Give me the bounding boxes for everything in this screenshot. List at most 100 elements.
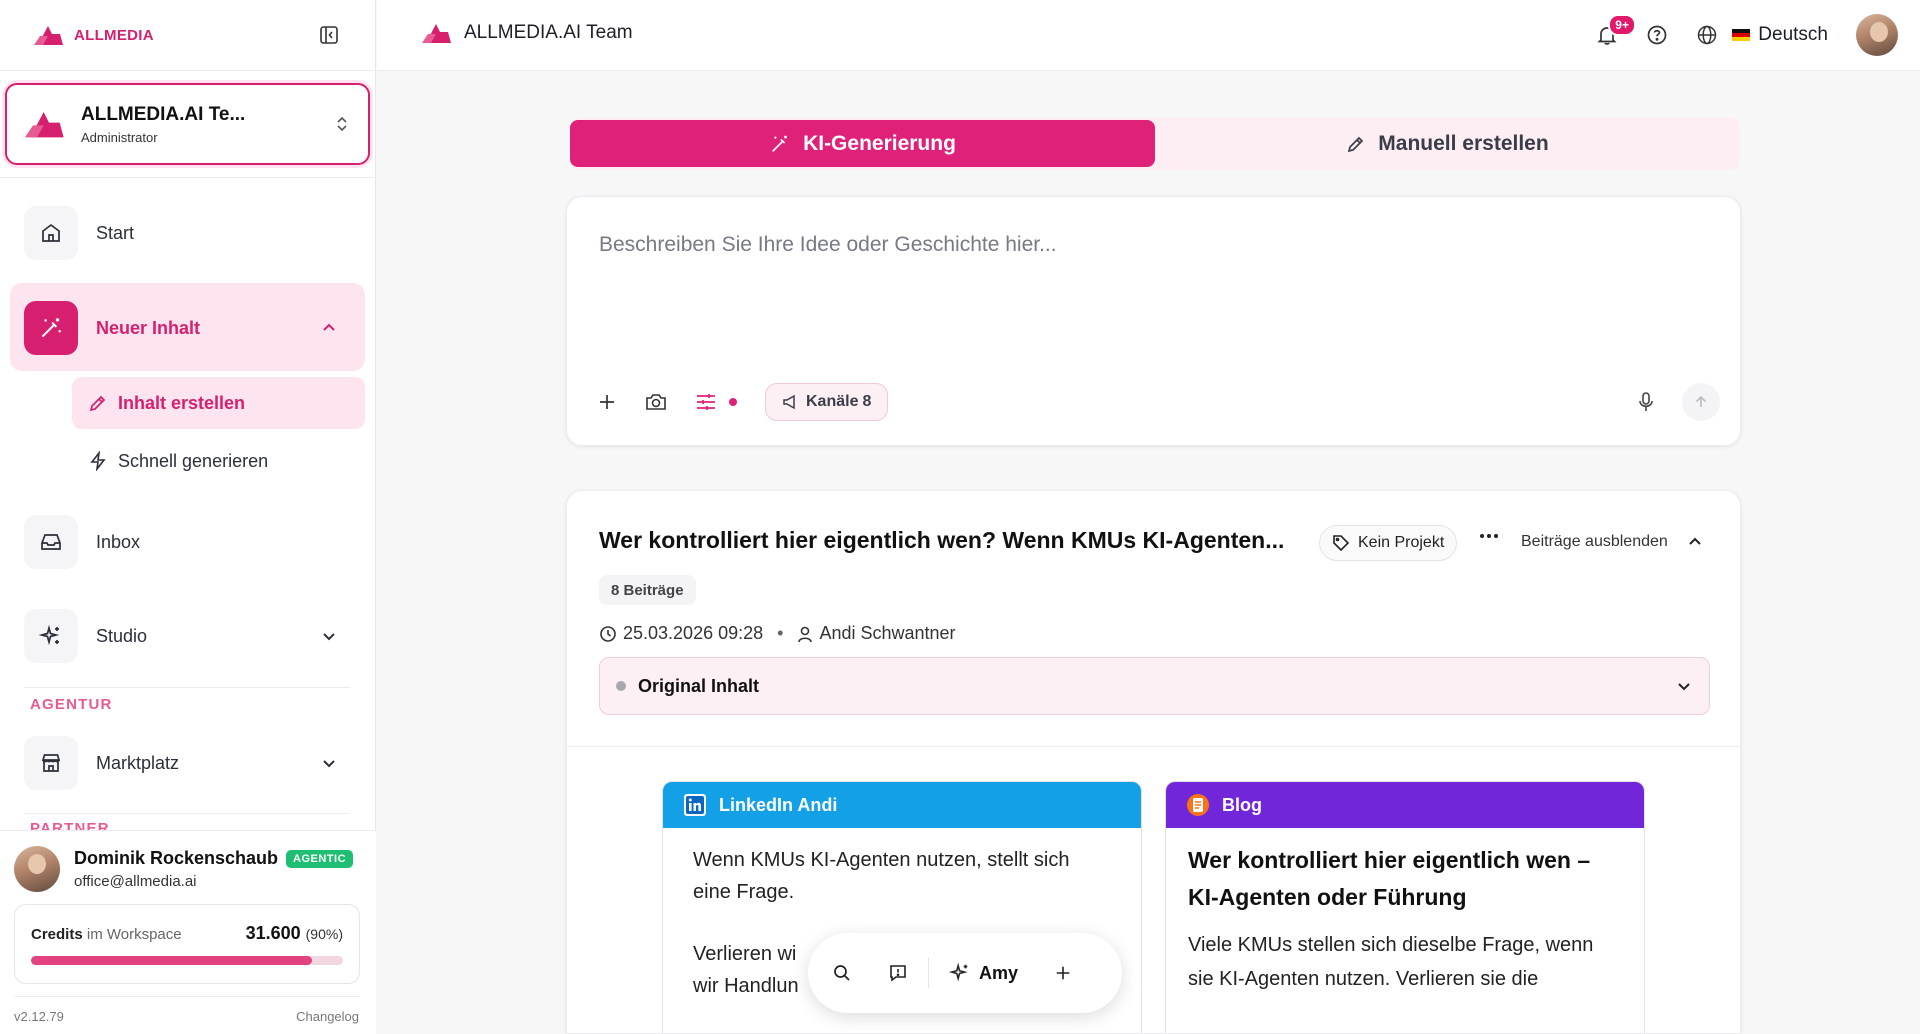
user-profile[interactable]: Dominik Rockenschaub AGENTIC office@allm… [14, 846, 354, 892]
notification-count-badge: 9+ [1608, 14, 1636, 36]
user-email: office@allmedia.ai [74, 873, 197, 890]
linkedin-icon [684, 794, 706, 816]
hide-posts-label: Beiträge ausblenden [1521, 533, 1668, 550]
credits-progress-bar [31, 956, 343, 965]
tab-ai-generation-label: KI-Generierung [803, 131, 956, 155]
divider [0, 177, 376, 178]
blog-channel-label: Blog [1222, 794, 1262, 815]
nav-marketplace-label: Marktplatz [96, 752, 180, 773]
team-role: Administrator [81, 129, 158, 145]
header-avatar[interactable] [1856, 14, 1898, 56]
team-selector[interactable]: ALLMEDIA.AI Te... Administrator [5, 83, 370, 165]
post-meta: 25.03.2026 09:28 • Andi Schwantner [599, 623, 956, 644]
sidebar: ALLMEDIA ALLMEDIA.AI Te... Administrator… [0, 0, 376, 1034]
blog-icon [1187, 794, 1209, 816]
language-label: Deutsch [1758, 24, 1828, 45]
top-header: ALLMEDIA.AI Team 9+ Deutsch [377, 0, 1920, 71]
header-team: ALLMEDIA.AI Team [422, 22, 633, 44]
nav-create-content-label: Inhalt erstellen [118, 392, 246, 413]
help-button[interactable] [1646, 24, 1668, 46]
nav-studio[interactable]: Studio [24, 609, 335, 663]
amy-assistant-button[interactable]: Amy [949, 962, 1018, 984]
settings-indicator-dot [729, 398, 737, 406]
nav-quick-generate[interactable]: Schnell generieren [72, 435, 365, 487]
nav-new-content[interactable]: Neuer Inhalt [24, 301, 335, 355]
sparkles-icon [24, 609, 78, 663]
brand-name: ALLMEDIA [74, 26, 154, 44]
camera-icon[interactable] [645, 392, 667, 412]
avatar [14, 846, 60, 892]
credits-card[interactable]: Credits im Workspace 31.600 (90%) [14, 904, 360, 984]
channels-count: 8 [862, 393, 872, 410]
plus-icon[interactable] [1054, 964, 1072, 982]
chevron-up-icon [323, 323, 335, 331]
original-content-accordion[interactable]: Original Inhalt [599, 657, 1710, 715]
notifications-button[interactable]: 9+ [1596, 14, 1636, 46]
tag-icon [1333, 535, 1350, 552]
clock-icon [600, 625, 616, 642]
feedback-icon[interactable] [888, 963, 908, 983]
section-label-partner: PARTNER [30, 820, 110, 830]
version-label: v2.12.79 [14, 1009, 64, 1024]
nav-new-content-label: Neuer Inhalt [96, 317, 201, 338]
divider [567, 746, 1740, 747]
language-selector[interactable]: Deutsch [1696, 24, 1828, 46]
magic-wand-icon [772, 135, 787, 152]
microphone-icon[interactable] [1636, 391, 1656, 413]
more-options-button[interactable] [1479, 533, 1499, 539]
sidebar-collapse-icon [320, 26, 338, 44]
nav-quick-generate-label: Schnell generieren [118, 450, 269, 471]
post-group-title[interactable]: Wer kontrolliert hier eigentlich wen? We… [599, 527, 1284, 554]
credits-progress-fill [31, 956, 312, 965]
collapse-sidebar-button[interactable] [317, 23, 341, 47]
divider [24, 687, 350, 688]
hide-posts-button[interactable]: Beiträge ausblenden [1521, 533, 1704, 551]
credits-scope: im Workspace [86, 926, 182, 943]
linkedin-post-header: LinkedIn Andi [663, 782, 1141, 828]
tab-manual-create[interactable]: Manuell erstellen [1155, 117, 1740, 170]
sliders-icon[interactable] [695, 392, 717, 412]
divider [24, 813, 350, 814]
tab-ai-generation[interactable]: KI-Generierung [570, 120, 1155, 167]
channels-button[interactable]: Kanäle 8 [765, 383, 889, 421]
home-icon [24, 206, 78, 260]
project-tag-label: Kein Projekt [1358, 534, 1445, 551]
store-icon [24, 736, 78, 790]
credits-value: 31.600 [245, 923, 301, 943]
nav-inbox[interactable]: Inbox [24, 515, 140, 569]
idea-input[interactable]: Beschreiben Sie Ihre Idee oder Geschicht… [599, 233, 1057, 257]
nav-inbox-label: Inbox [96, 531, 141, 552]
plus-icon[interactable] [597, 392, 617, 412]
nav-start[interactable]: Start [24, 206, 134, 260]
agentic-badge: AGENTIC [286, 849, 354, 868]
project-tag-button[interactable]: Kein Projekt [1319, 525, 1458, 561]
divider [0, 70, 376, 71]
linkedin-post-text: Wenn KMUs KI-Agenten nutzen, stellt sich… [693, 849, 1070, 903]
chevron-down-icon [323, 633, 335, 641]
changelog-link[interactable]: Changelog [296, 1009, 359, 1024]
floating-action-bar: Amy [808, 933, 1122, 1013]
chevron-up-down-icon [337, 116, 347, 132]
brand-logo[interactable]: ALLMEDIA [34, 24, 154, 46]
user-name: Dominik Rockenschaub [74, 848, 279, 868]
nav-create-content[interactable]: Inhalt erstellen [72, 377, 365, 429]
nav-marketplace[interactable]: Marktplatz [24, 736, 335, 790]
section-label-agency: AGENTUR [30, 696, 113, 713]
sparkles-icon [949, 962, 968, 982]
team-logo-icon [422, 24, 451, 43]
blog-post-header: Blog [1166, 782, 1644, 828]
blog-post-card[interactable]: Blog Wer kontrolliert hier eigentlich we… [1165, 781, 1645, 1033]
lightning-icon [90, 451, 106, 471]
channels-label: Kanäle [806, 393, 859, 410]
team-logo-icon [25, 112, 64, 138]
inbox-icon [24, 515, 78, 569]
linkedin-channel-label: LinkedIn Andi [719, 794, 838, 815]
chevron-down-icon [1678, 683, 1690, 691]
nav-start-label: Start [96, 222, 135, 243]
more-horizontal-icon [1480, 534, 1498, 538]
globe-icon [1698, 25, 1717, 45]
send-button[interactable] [1682, 383, 1720, 421]
allmedia-logo-icon [34, 26, 63, 45]
team-name: ALLMEDIA.AI Te... [81, 103, 246, 125]
search-icon[interactable] [832, 963, 852, 983]
